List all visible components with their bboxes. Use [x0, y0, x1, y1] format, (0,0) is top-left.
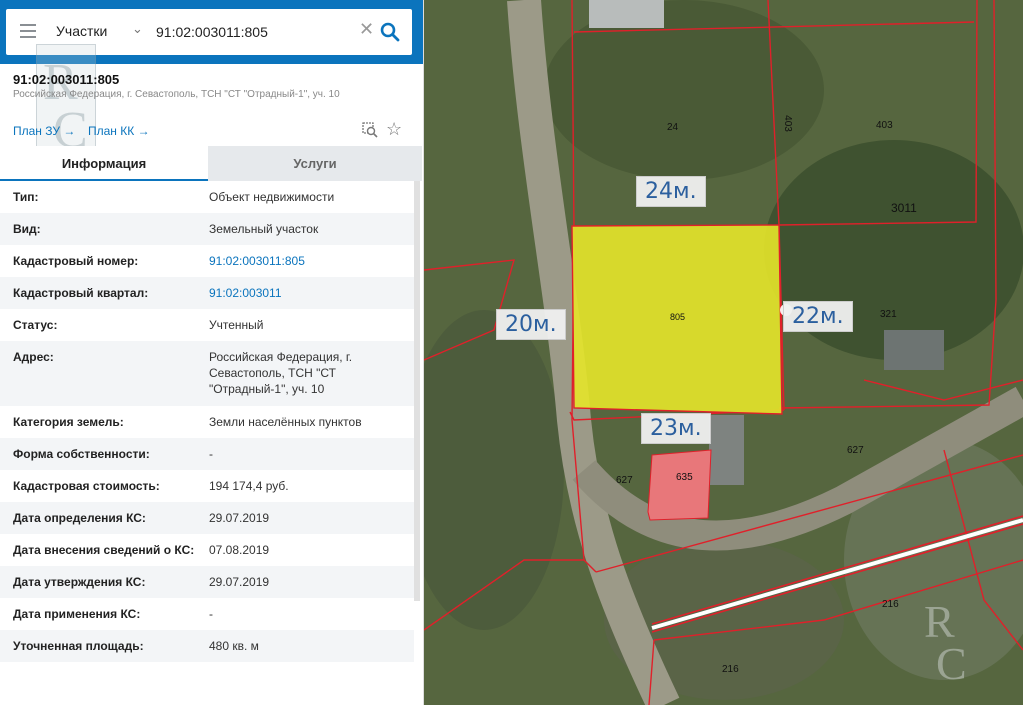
- property-label: Уточненная площадь:: [13, 639, 144, 653]
- plot-number[interactable]: 216: [722, 664, 739, 675]
- cadastral-map[interactable]: 24 403 403 3011 805 321 627 627 635 216 …: [424, 0, 1023, 705]
- cadastral-quarter-link[interactable]: 91:02:003011: [209, 285, 399, 301]
- zoom-icon[interactable]: [362, 122, 378, 138]
- dimension-label-bottom: 23м.: [641, 413, 711, 444]
- property-label: Дата определения КС:: [13, 511, 146, 525]
- property-label: Статус:: [13, 318, 58, 332]
- clear-icon[interactable]: ✕: [359, 19, 374, 40]
- property-label: Тип:: [13, 190, 39, 204]
- property-value: 29.07.2019: [209, 511, 270, 525]
- property-row: Категория земель: Земли населённых пункто…: [0, 406, 414, 438]
- plan-kk-label: План КК: [88, 124, 135, 138]
- tab-services[interactable]: Услуги: [208, 146, 422, 181]
- property-value: 29.07.2019: [209, 575, 270, 589]
- cadastral-number-link[interactable]: 91:02:003011:805: [209, 253, 399, 269]
- dimension-label-top: 24м.: [636, 176, 706, 207]
- dimension-label-left: 20м.: [496, 309, 566, 340]
- plot-number[interactable]: 805: [670, 312, 685, 322]
- property-label: Кадастровый номер:: [13, 254, 139, 268]
- property-label: Дата применения КС:: [13, 607, 141, 621]
- property-label: Адрес:: [13, 350, 54, 364]
- search-input[interactable]: [156, 21, 356, 43]
- plan-zu-link[interactable]: План ЗУ →: [13, 124, 75, 138]
- property-row: Уточненная площадь: 480 кв. м: [0, 630, 414, 662]
- property-row: Статус: Учтенный: [0, 309, 414, 341]
- property-label: Дата внесения сведений о КС:: [13, 543, 195, 557]
- property-value: -: [209, 607, 213, 621]
- property-value: Российская Федерация, г. Севастополь, ТС…: [209, 350, 353, 396]
- property-row: Адрес: Российская Федерация, г. Севастопо…: [0, 341, 414, 406]
- property-label: Вид:: [13, 222, 41, 236]
- property-row: Кадастровая стоимость: 194 174,4 руб.: [0, 470, 414, 502]
- properties-list: Тип: Объект недвижимости Вид: Земельный уч…: [0, 181, 414, 662]
- search-icon[interactable]: [378, 20, 402, 44]
- property-value: 480 кв. м: [209, 639, 259, 653]
- property-value: 07.08.2019: [209, 543, 270, 557]
- plan-kk-link[interactable]: План КК →: [88, 124, 150, 138]
- plot-number[interactable]: 635: [676, 472, 693, 483]
- property-label: Кадастровая стоимость:: [13, 479, 160, 493]
- plot-number[interactable]: 627: [847, 445, 864, 456]
- property-label: Кадастровый квартал:: [13, 286, 149, 300]
- plot-number[interactable]: 627: [616, 475, 633, 486]
- plot-number[interactable]: 403: [876, 120, 893, 131]
- tab-info[interactable]: Информация: [0, 146, 208, 181]
- property-label: Форма собственности:: [13, 447, 150, 461]
- property-row: Форма собственности: -: [0, 438, 414, 470]
- property-row: Тип: Объект недвижимости: [0, 181, 414, 213]
- property-row: Дата применения КС: -: [0, 598, 414, 630]
- scrollbar[interactable]: [414, 181, 420, 601]
- plot-number[interactable]: 24: [667, 122, 678, 133]
- menu-icon[interactable]: [20, 24, 36, 38]
- info-panel: Участки ⌄ ✕ R C 91:02:003011:805 Российс…: [0, 0, 424, 705]
- arrow-right-icon: →: [63, 124, 76, 138]
- property-value: Объект недвижимости: [209, 190, 335, 204]
- property-row: Кадастровый номер: 91:02:003011:805: [0, 245, 414, 277]
- property-row: Кадастровый квартал: 91:02:003011: [0, 277, 414, 309]
- plan-zu-label: План ЗУ: [13, 124, 60, 138]
- property-row: Дата внесения сведений о КС: 07.08.2019: [0, 534, 414, 566]
- property-value: Земли населённых пунктов: [209, 415, 362, 429]
- property-row: Вид: Земельный участок: [0, 213, 414, 245]
- plot-number[interactable]: 216: [882, 599, 899, 610]
- plot-number[interactable]: 403: [782, 115, 793, 132]
- property-label: Категория земель:: [13, 415, 124, 429]
- plot-number[interactable]: 3011: [891, 201, 917, 215]
- property-value: -: [209, 447, 213, 461]
- property-value: Земельный участок: [209, 222, 319, 236]
- chevron-down-icon[interactable]: ⌄: [132, 21, 143, 37]
- property-row: Дата утверждения КС: 29.07.2019: [0, 566, 414, 598]
- arrow-right-icon: →: [137, 124, 150, 138]
- plot-number[interactable]: 321: [880, 309, 897, 320]
- dimension-label-right: 22м.: [783, 301, 853, 332]
- property-value: 194 174,4 руб.: [209, 479, 289, 493]
- object-title: 91:02:003011:805: [13, 72, 120, 87]
- property-row: Дата определения КС: 29.07.2019: [0, 502, 414, 534]
- property-value: Учтенный: [209, 318, 264, 332]
- star-icon[interactable]: ☆: [386, 119, 402, 140]
- property-label: Дата утверждения КС:: [13, 575, 146, 589]
- watermark-logo: R C: [924, 596, 967, 689]
- object-address: Российская Федерация, г. Севастополь, ТС…: [13, 89, 340, 100]
- type-select[interactable]: Участки: [56, 23, 107, 39]
